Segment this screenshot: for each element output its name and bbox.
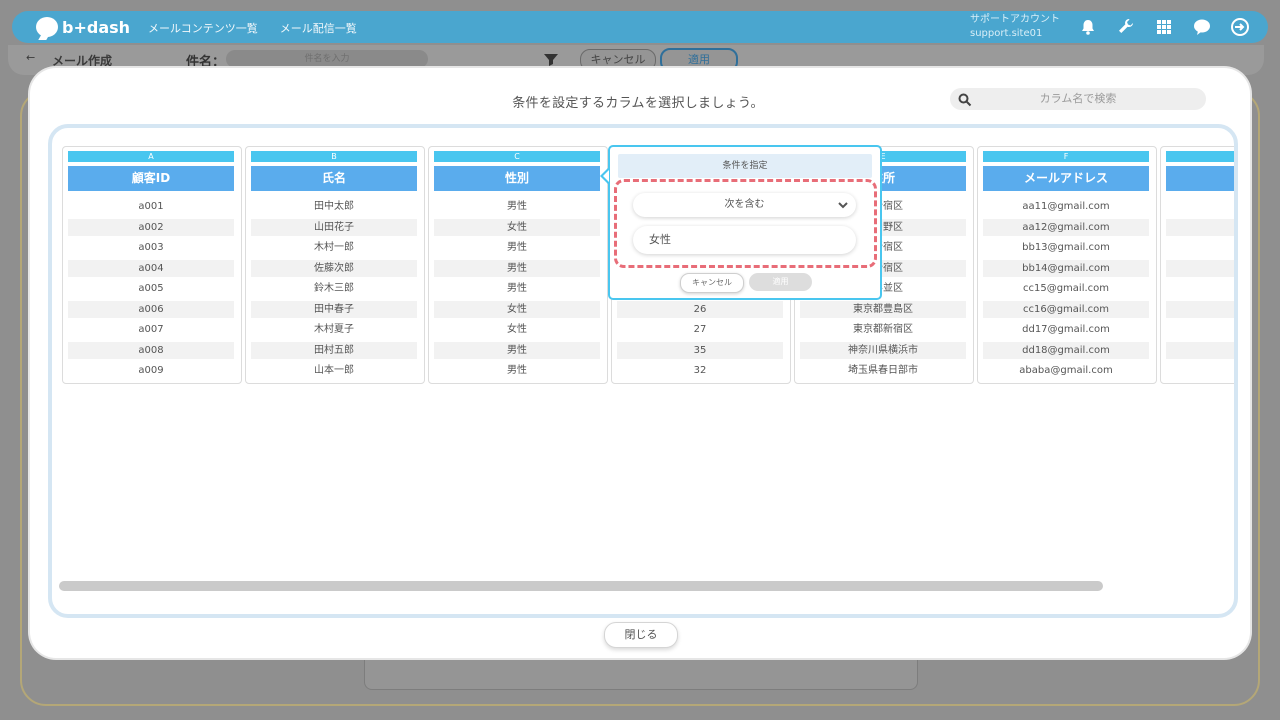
chevron-down-icon xyxy=(836,193,850,217)
column-cell xyxy=(1166,300,1234,318)
column-cell: a003 xyxy=(138,242,164,253)
column-cell: 佐藤次郎 xyxy=(251,259,417,277)
account-info[interactable]: サポートアカウント support.site01 xyxy=(970,13,1060,41)
app-logo[interactable]: b+dash xyxy=(36,17,130,37)
column-letter xyxy=(1166,151,1234,162)
column-cell: bb13@gmail.com xyxy=(1022,242,1110,253)
support-chat-icon[interactable] xyxy=(1192,17,1212,37)
search-icon xyxy=(958,92,972,107)
column-cell: a006 xyxy=(68,300,234,318)
column-card[interactable]: F メールアドレス aa11@gmail.com aa12@gmail.com bb13… xyxy=(977,146,1157,384)
column-search-input[interactable]: カラム名で検索 xyxy=(950,88,1206,110)
account-site: support.site01 xyxy=(970,28,1043,39)
wrench-icon[interactable] xyxy=(1116,17,1136,37)
top-navigation-bar: b+dash メールコンテンツ一覧 メール配信一覧 サポートアカウント supp… xyxy=(12,11,1268,43)
popover-title: 条件を指定 xyxy=(618,154,872,178)
column-cell: a008 xyxy=(68,341,234,359)
back-arrow-icon[interactable]: ← xyxy=(26,51,35,64)
column-header[interactable]: 性別 xyxy=(434,166,600,191)
condition-value-input[interactable]: 女性 xyxy=(633,226,856,254)
top-icons xyxy=(1078,17,1250,37)
logo-text: b+dash xyxy=(62,17,131,37)
popover-arrow-inner xyxy=(603,170,609,182)
column-cell: 埼玉県春日部市 xyxy=(848,365,918,376)
column-cell: a001 xyxy=(138,201,164,212)
column-cell: 男性 xyxy=(507,242,527,253)
column-cell: a002 xyxy=(68,218,234,236)
column-cell: a004 xyxy=(68,259,234,277)
column-cell: bb14@gmail.com xyxy=(983,259,1149,277)
column-cell: 男性 xyxy=(507,283,527,294)
column-cell: 35 xyxy=(617,341,783,359)
column-cell: 女性 xyxy=(507,324,527,335)
column-cell xyxy=(1166,198,1234,215)
column-cell: 神奈川県横浜市 xyxy=(800,341,966,359)
column-header[interactable]: メールアドレス xyxy=(983,166,1149,191)
logo-icon xyxy=(36,17,58,37)
column-cell xyxy=(1166,259,1234,277)
column-cell: 田中太郎 xyxy=(314,201,354,212)
column-cell: 鈴木三郎 xyxy=(314,283,354,294)
column-card[interactable]: C 性別 男性 女性 男性 男性 男性 女性 女性 男性 男性 xyxy=(428,146,608,384)
column-cell: 東京都豊島区 xyxy=(800,300,966,318)
column-cell xyxy=(1166,341,1234,359)
column-cell: 山本一郎 xyxy=(314,365,354,376)
column-cell xyxy=(1166,280,1234,297)
top-nav: メールコンテンツ一覧 メール配信一覧 xyxy=(148,20,357,36)
column-cell: cc16@gmail.com xyxy=(983,300,1149,318)
column-card[interactable]: B 氏名田中太郎山田花子木村一郎佐藤次郎鈴木三郎田中春子木村夏子田村五郎山本一郎 xyxy=(245,146,425,384)
column-letter: B xyxy=(251,151,417,162)
nav-mail-delivery[interactable]: メール配信一覧 xyxy=(280,20,357,36)
grid-icon[interactable] xyxy=(1154,17,1174,37)
column-cell: 27 xyxy=(693,324,707,335)
column-letter: A xyxy=(68,151,234,162)
column-cell: 男性 xyxy=(434,259,600,277)
column-card[interactable]: A 顧客ID a001 a002 a003 a004 a005 a006 a007 a008 a00… xyxy=(62,146,242,384)
column-cell: ababa@gmail.com xyxy=(1019,365,1113,376)
column-cell: 東京都新宿区 xyxy=(853,324,913,335)
column-cell: 木村夏子 xyxy=(314,324,354,335)
search-placeholder: カラム名で検索 xyxy=(1039,92,1117,105)
column-cell: cc15@gmail.com xyxy=(1022,283,1110,294)
column-cell: 男性 xyxy=(507,365,527,376)
column-cell: aa11@gmail.com xyxy=(1022,201,1110,212)
column-cell: 木村一郎 xyxy=(314,242,354,253)
column-cell: 26 xyxy=(617,300,783,318)
column-letter: F xyxy=(983,151,1149,162)
column-header[interactable] xyxy=(1166,166,1234,191)
column-letter: C xyxy=(434,151,600,162)
column-header[interactable]: 氏名 xyxy=(251,166,417,191)
subject-input[interactable]: 件名を入力 xyxy=(226,50,428,68)
column-cell xyxy=(1166,218,1234,236)
column-cell: a007 xyxy=(138,324,164,335)
column-cell: a005 xyxy=(138,283,164,294)
operator-select[interactable]: 次を含む xyxy=(633,193,856,217)
column-cell: dd17@gmail.com xyxy=(1022,324,1110,335)
operator-value: 次を含む xyxy=(724,199,765,210)
column-cell: 男性 xyxy=(434,341,600,359)
column-cell: 田中春子 xyxy=(251,300,417,318)
column-header[interactable]: 顧客ID xyxy=(68,166,234,191)
column-cell: 男性 xyxy=(507,201,527,212)
column-cell xyxy=(1166,321,1234,338)
column-cell: 女性 xyxy=(434,300,600,318)
column-cell: a009 xyxy=(138,365,164,376)
column-cell xyxy=(1166,362,1234,379)
popover-apply-button[interactable]: 適用 xyxy=(749,273,812,291)
account-label: サポートアカウント xyxy=(970,14,1060,25)
column-cell: dd18@gmail.com xyxy=(983,341,1149,359)
column-card[interactable] xyxy=(1160,146,1234,384)
column-cell: 女性 xyxy=(434,218,600,236)
column-cell: 山田花子 xyxy=(251,218,417,236)
popover-cancel-button[interactable]: キャンセル xyxy=(680,273,744,293)
logout-icon[interactable] xyxy=(1230,17,1250,37)
nav-mail-contents[interactable]: メールコンテンツ一覧 xyxy=(148,20,258,36)
horizontal-scrollbar[interactable] xyxy=(59,581,1103,591)
close-button[interactable]: 閉じる xyxy=(604,622,678,648)
column-cell: 田村五郎 xyxy=(251,341,417,359)
column-cell xyxy=(1166,239,1234,256)
column-cell: 32 xyxy=(693,365,707,376)
column-cell: aa12@gmail.com xyxy=(983,218,1149,236)
bell-icon[interactable] xyxy=(1078,17,1098,37)
